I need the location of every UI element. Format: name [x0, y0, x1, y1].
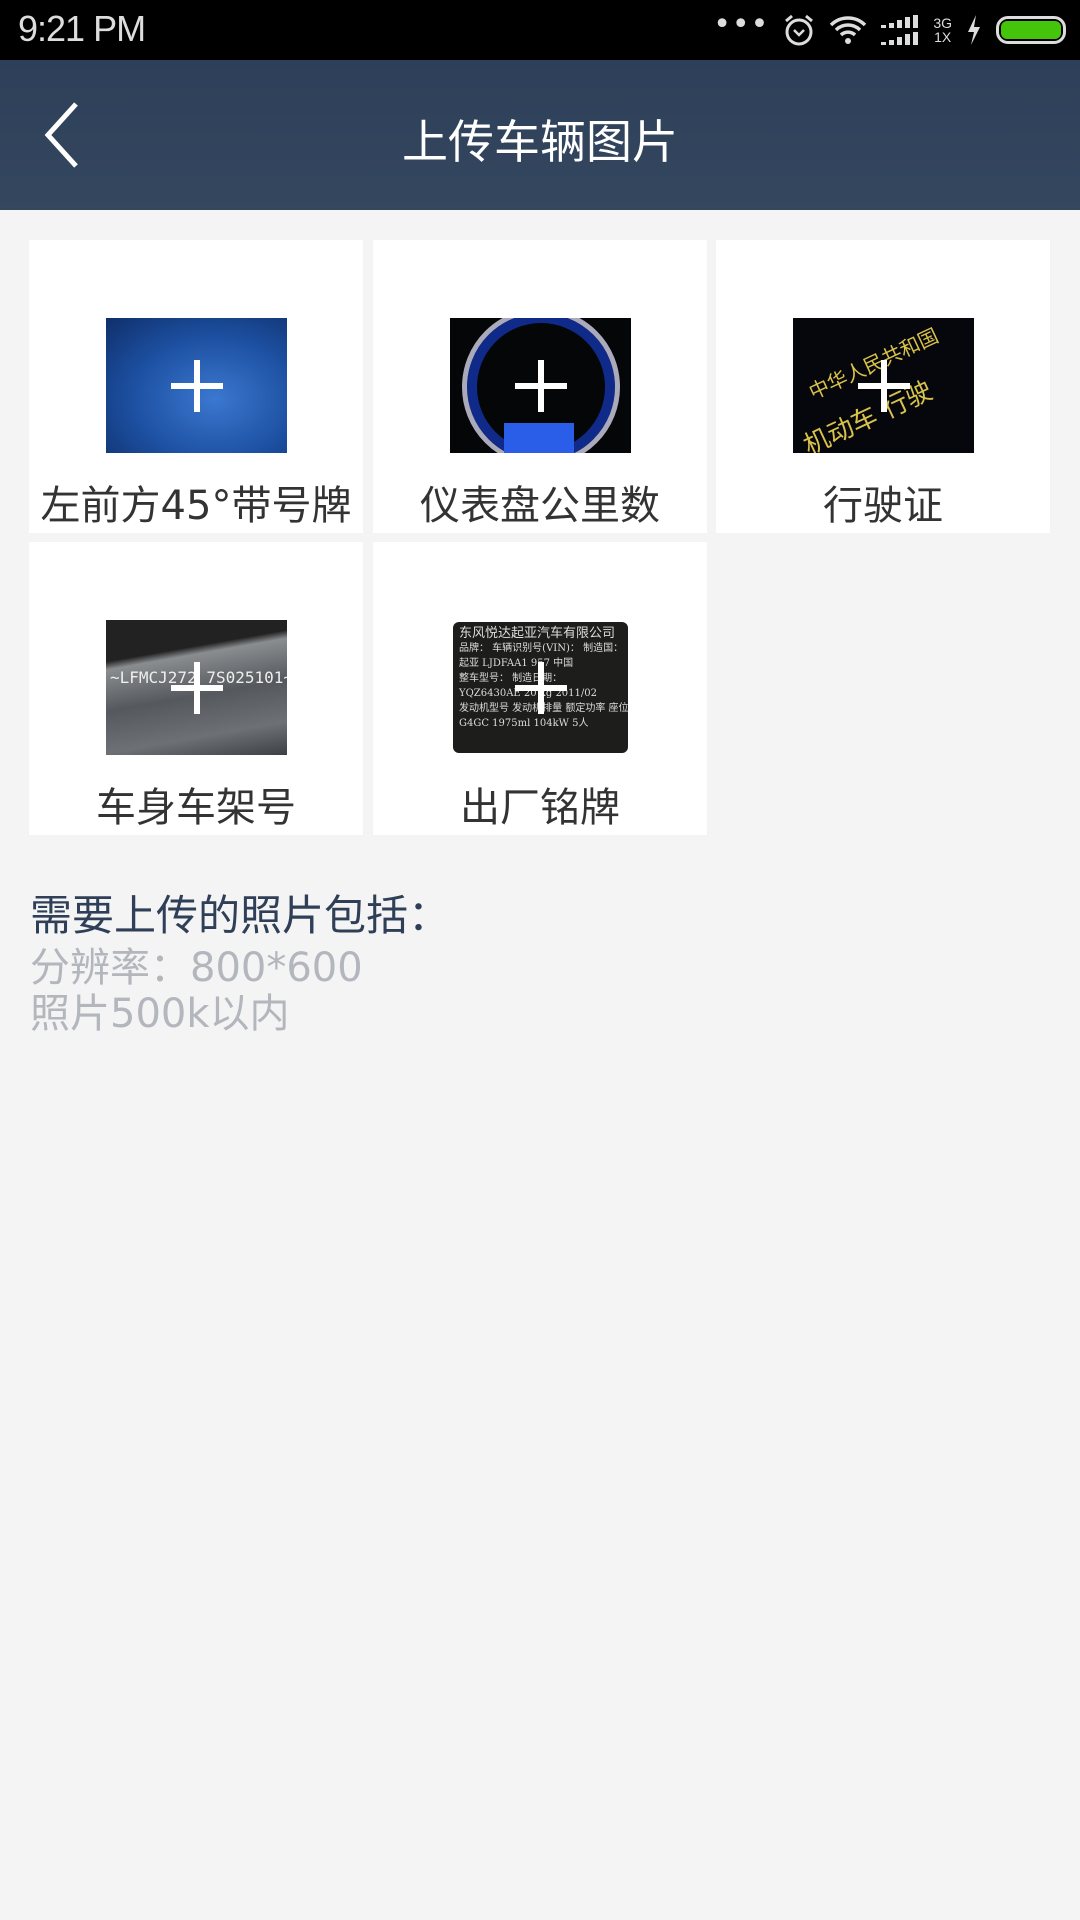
- network-bottom: 1X: [934, 29, 952, 45]
- more-dots-icon: •••: [713, 6, 770, 42]
- vehicle-license-photo: 中华人民共和国 机动车 行驶: [793, 318, 974, 453]
- upload-tile-front-left[interactable]: 左前方45°带号牌: [29, 240, 363, 533]
- plus-icon: [170, 661, 223, 714]
- upload-tile-vin[interactable]: ~LFMCJ272 7S025101~ 车身车架号: [29, 542, 363, 835]
- frame-number-photo: ~LFMCJ272 7S025101~: [106, 620, 287, 755]
- dashboard-photo: [450, 318, 631, 453]
- battery-icon: [996, 16, 1066, 44]
- network-top: 3G: [933, 15, 952, 31]
- signal-icon: [881, 15, 919, 45]
- app-header: 上传车辆图片: [0, 60, 1080, 210]
- plus-icon: [514, 359, 567, 412]
- nameplate-line: G4GC 1975ml 104kW 5人: [459, 718, 589, 729]
- page-title: 上传车辆图片: [402, 115, 678, 169]
- upload-requirements: 需要上传的照片包括： 分辨率：800*600 照片500k以内: [30, 882, 450, 1039]
- upload-tile-dashboard[interactable]: 仪表盘公里数: [373, 240, 707, 533]
- upload-tile-license[interactable]: 中华人民共和国 机动车 行驶 行驶证: [716, 240, 1050, 533]
- nameplate-line: 东风悦达起亚汽车有限公司: [459, 626, 616, 641]
- tile-label: 行驶证: [823, 483, 943, 529]
- tile-label: 左前方45°带号牌: [40, 483, 352, 529]
- status-time: 9:21 PM: [18, 8, 146, 49]
- tile-label: 车身车架号: [96, 785, 296, 831]
- status-bar: 9:21 PM ••• 3G 1X: [0, 0, 1080, 60]
- requirement-resolution: 分辨率：800*600: [30, 945, 363, 991]
- requirement-size: 照片500k以内: [30, 991, 290, 1037]
- plus-icon: [514, 661, 567, 714]
- plus-icon: [170, 359, 223, 412]
- requirements-heading: 需要上传的照片包括：: [30, 891, 451, 940]
- network-type: 3G 1X: [933, 16, 952, 44]
- car-front-photo: [106, 318, 287, 453]
- tile-label: 仪表盘公里数: [420, 483, 660, 529]
- wifi-icon: [830, 16, 867, 44]
- nameplate-photo: 东风悦达起亚汽车有限公司 品牌： 车辆识别号(VIN)： 制造国： 起亚 LJD…: [450, 620, 631, 755]
- tile-label: 出厂铭牌: [460, 785, 620, 831]
- upload-tile-nameplate[interactable]: 东风悦达起亚汽车有限公司 品牌： 车辆识别号(VIN)： 制造国： 起亚 LJD…: [373, 542, 707, 835]
- nameplate-line: 品牌： 车辆识别号(VIN)： 制造国：: [459, 643, 624, 654]
- plus-icon: [857, 359, 910, 412]
- alarm-icon: [785, 14, 814, 46]
- charging-icon: [968, 15, 980, 45]
